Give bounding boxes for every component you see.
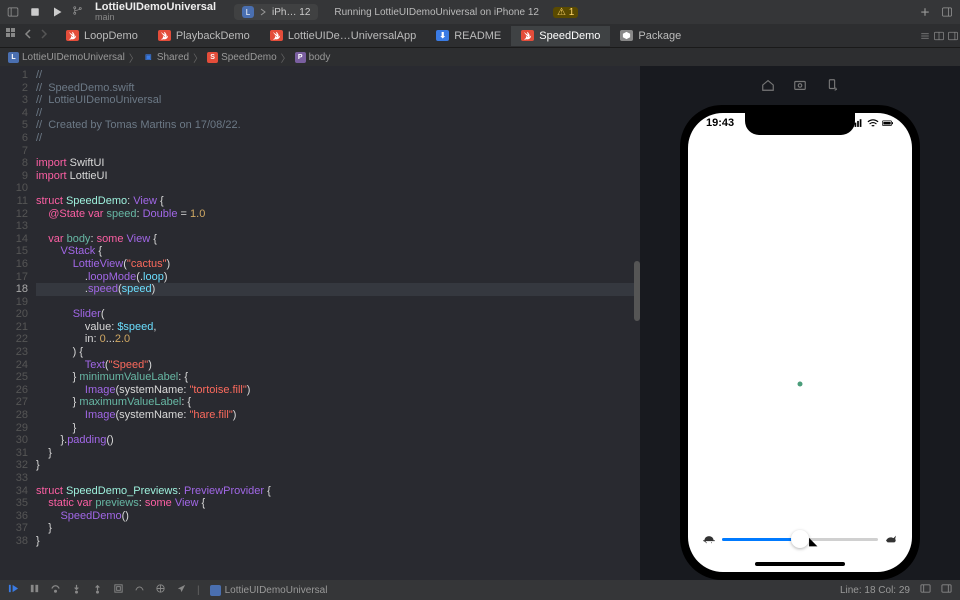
scheme-device: iPh… 12	[272, 7, 310, 18]
status-time: 19:43	[706, 117, 734, 129]
tab-forward-button[interactable]	[38, 28, 50, 43]
speed-slider-row	[702, 534, 898, 544]
tab-label: PlaybackDemo	[176, 30, 250, 42]
simulator-device: 19:43 ◣	[680, 105, 920, 580]
slider-fill	[722, 538, 800, 541]
tab-nav-grid-icon[interactable]	[6, 28, 18, 43]
swift-file-icon	[270, 30, 283, 41]
breadcrumb-item[interactable]: LLottieUIDemoUniversal	[8, 52, 125, 63]
simulator-toolbar	[640, 74, 960, 99]
tab-inspector-icon[interactable]	[946, 29, 960, 43]
chevron-right-icon	[258, 7, 268, 17]
cursor-position: Line: 18 Col: 29	[840, 585, 910, 596]
hare-icon	[884, 534, 898, 544]
tab-lottieuideuniversalapp[interactable]: LottieUIDe…UniversalApp	[260, 26, 426, 46]
debug-location-button[interactable]	[176, 583, 187, 597]
bottom-panel-right-icon[interactable]	[941, 583, 952, 597]
navigator-toggle-icon[interactable]	[6, 5, 20, 19]
breadcrumb-item[interactable]: Pbody	[295, 52, 331, 63]
breadcrumb-separator: 〉	[281, 50, 291, 65]
mouse-cursor-icon: ◣	[809, 535, 817, 548]
editor-tabs: LoopDemo PlaybackDemo LottieUIDe…Universal…	[0, 24, 960, 48]
build-status: Running LottieUIDemoUniversal on iPhone …	[334, 7, 539, 18]
tab-split-icon[interactable]	[932, 29, 946, 43]
slider-thumb[interactable]	[791, 530, 809, 548]
app-icon: L	[8, 52, 19, 63]
code-content[interactable]: //// SpeedDemo.swift// LottieUIDemoUnive…	[36, 66, 640, 580]
breadcrumb: LLottieUIDemoUniversal 〉 ▣Shared 〉 SSpeedDem…	[0, 48, 960, 66]
simulator-screen[interactable]: 19:43 ◣	[688, 113, 912, 572]
pkg-file-icon	[620, 30, 633, 41]
swift-file-icon	[66, 30, 79, 41]
bottom-panel-left-icon[interactable]	[920, 583, 931, 597]
add-tab-button[interactable]	[918, 5, 932, 19]
library-button[interactable]	[940, 5, 954, 19]
debug-target[interactable]: LottieUIDemoUniversal	[210, 585, 328, 596]
debug-pause-button[interactable]	[29, 583, 40, 597]
debug-stepout-button[interactable]	[92, 583, 103, 597]
tab-loopdemo[interactable]: LoopDemo	[56, 26, 148, 46]
tab-package[interactable]: Package	[610, 26, 691, 46]
debug-env-button[interactable]	[155, 583, 166, 597]
breadcrumb-separator: 〉	[129, 50, 139, 65]
swift-file-icon	[158, 30, 171, 41]
line-gutter: 1234567891011121314151617181920212223242…	[0, 66, 36, 580]
titlebar: LottieUIDemoUniversal main L iPh… 12 Run…	[0, 0, 960, 24]
stop-button[interactable]	[28, 5, 42, 19]
tab-label: README	[454, 30, 501, 42]
tab-readme[interactable]: ⬇ README	[426, 26, 511, 46]
run-button[interactable]	[50, 5, 64, 19]
simulator-pane: 19:43 ◣	[640, 66, 960, 580]
folder-icon: ▣	[143, 52, 154, 63]
project-branch: main	[95, 13, 216, 22]
home-icon[interactable]	[761, 78, 775, 95]
md-file-icon: ⬇	[436, 30, 449, 41]
debug-stepover-button[interactable]	[50, 583, 61, 597]
project-title[interactable]: LottieUIDemoUniversal main	[95, 2, 216, 22]
tab-speeddemo[interactable]: SpeedDemo	[511, 26, 610, 46]
rotate-icon[interactable]	[825, 78, 839, 95]
tab-playbackdemo[interactable]: PlaybackDemo	[148, 26, 260, 46]
debug-continue-button[interactable]	[8, 583, 19, 597]
scheme-selector[interactable]: L iPh… 12	[234, 4, 318, 20]
tab-label: SpeedDemo	[539, 30, 600, 42]
tab-label: Package	[638, 30, 681, 42]
speed-slider[interactable]	[722, 538, 878, 541]
screenshot-icon[interactable]	[793, 78, 807, 95]
app-icon	[210, 585, 221, 596]
warning-badge[interactable]: ⚠ 1	[553, 7, 578, 18]
tortoise-icon	[702, 534, 716, 544]
scheme-app-icon: L	[242, 6, 254, 18]
breadcrumb-separator: 〉	[193, 50, 203, 65]
breadcrumb-item[interactable]: ▣Shared	[143, 52, 189, 63]
home-indicator[interactable]	[755, 562, 845, 566]
tab-label: LottieUIDe…UniversalApp	[288, 30, 416, 42]
tab-adjust-icon[interactable]	[918, 29, 932, 43]
prop-icon: P	[295, 52, 306, 63]
lottie-preview	[798, 381, 803, 386]
debug-bar: | LottieUIDemoUniversal Line: 18 Col: 29	[0, 580, 960, 600]
scrollbar-thumb[interactable]	[634, 261, 640, 321]
code-editor[interactable]: 1234567891011121314151617181920212223242…	[0, 66, 640, 580]
device-notch	[745, 113, 855, 135]
wifi-icon	[867, 119, 879, 128]
breadcrumb-item[interactable]: SSpeedDemo	[207, 52, 277, 63]
battery-icon	[882, 119, 894, 128]
debug-stepin-button[interactable]	[71, 583, 82, 597]
debug-memory-button[interactable]	[134, 583, 145, 597]
tab-label: LoopDemo	[84, 30, 138, 42]
debug-viewhier-button[interactable]	[113, 583, 124, 597]
branch-icon	[72, 5, 83, 19]
tab-back-button[interactable]	[22, 28, 34, 43]
swift-file-icon	[521, 30, 534, 41]
swift-icon: S	[207, 52, 218, 63]
